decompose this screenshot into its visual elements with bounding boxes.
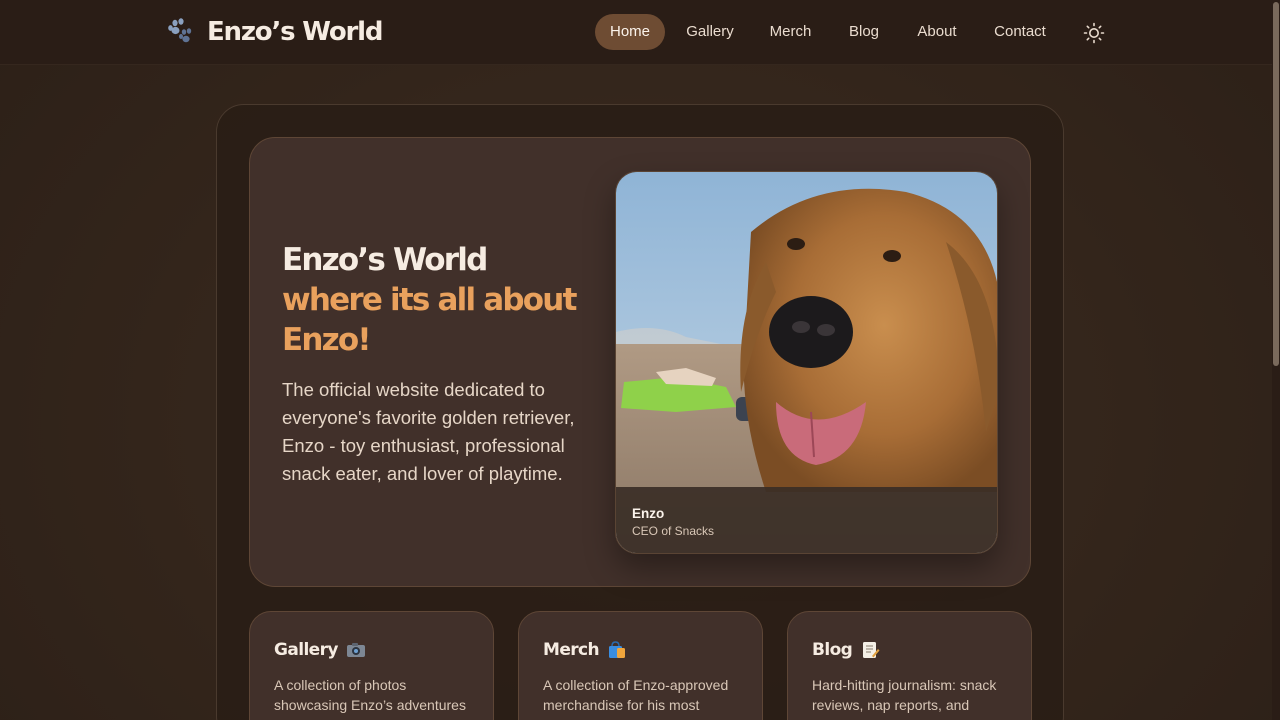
nav-blog[interactable]: Blog	[838, 14, 890, 50]
shopping-bag-icon	[609, 641, 626, 658]
brand[interactable]: Enzo’s World	[165, 16, 383, 48]
photo-caption: Enzo CEO of Snacks	[616, 487, 997, 553]
blog-card-title: Blog	[812, 640, 880, 660]
merch-card-description: A collection of Enzo-approved merchandis…	[543, 677, 729, 720]
nav-contact[interactable]: Contact	[984, 14, 1056, 50]
gallery-card-title: Gallery	[274, 640, 366, 660]
page-scrollbar[interactable]	[1272, 0, 1280, 720]
sun-icon[interactable]	[1083, 22, 1105, 44]
scrollbar-thumb[interactable]	[1273, 2, 1279, 366]
merch-card-title: Merch	[543, 640, 627, 660]
hero-description: The official website dedicated to everyo…	[282, 379, 575, 484]
merch-card[interactable]: Merch A collection of Enzo-approved merc…	[518, 611, 763, 720]
top-navigation-bar: Enzo’s World Home Gallery Merch Blog Abo…	[0, 0, 1280, 65]
gallery-card-description: A collection of photos showcasing Enzo’s…	[274, 677, 466, 720]
nav-about[interactable]: About	[905, 14, 969, 50]
hero-title-tagline: where its all about Enzo!	[282, 282, 577, 358]
nav-gallery[interactable]: Gallery	[675, 14, 745, 50]
enzo-photo-card: Enzo CEO of Snacks	[615, 171, 998, 554]
nav-home[interactable]: Home	[595, 14, 665, 50]
hero-title-line1: Enzo’s World	[282, 242, 488, 278]
camera-icon	[346, 643, 365, 657]
caption-name: Enzo	[632, 506, 665, 521]
caption-role: CEO of Snacks	[632, 524, 715, 538]
nav-merch[interactable]: Merch	[758, 14, 823, 50]
blog-card[interactable]: Blog Hard-hitting journalism: snack revi…	[787, 611, 1032, 720]
memo-icon	[863, 642, 880, 658]
site-title: Enzo’s World	[207, 17, 383, 47]
paw-icon	[168, 18, 192, 43]
blog-card-description: Hard-hitting journalism: snack reviews, …	[812, 677, 997, 720]
hero-title: Enzo’s World where its all about Enzo!	[282, 240, 602, 360]
gallery-card[interactable]: Gallery A collection of photos showcasin…	[249, 611, 494, 720]
